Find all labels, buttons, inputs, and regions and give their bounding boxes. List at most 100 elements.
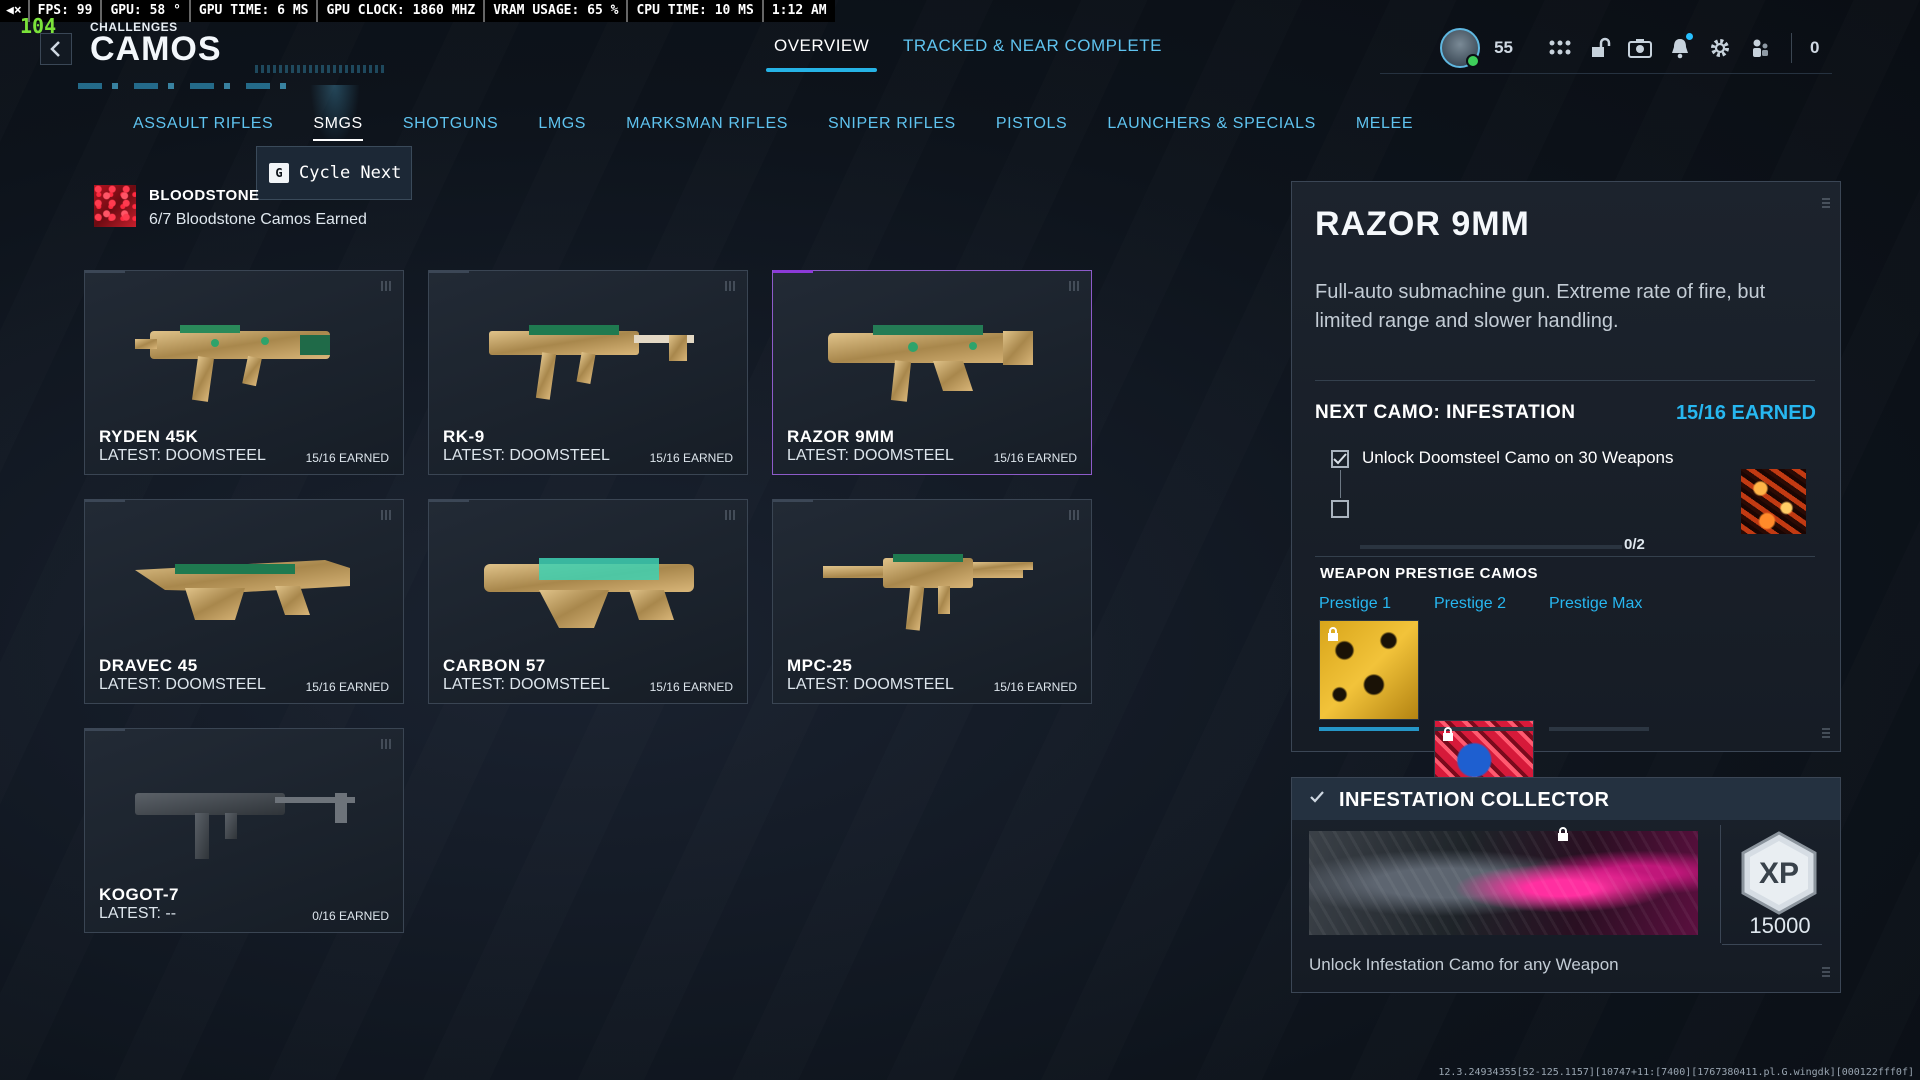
challenge-progress-bar [1360,545,1622,549]
detail-weapon-name: RAZOR 9MM [1315,205,1530,243]
weapon-card-mpc-25[interactable]: MPC-25 LATEST: DOOMSTEEL 15/16 EARNED [772,499,1092,704]
category-marksman-rifles[interactable]: MARKSMAN RIFLES [626,115,788,143]
player-hud: 55 0 [1440,28,1850,68]
checkbox-connector [1340,470,1341,498]
collector-description: Unlock Infestation Camo for any Weapon [1309,955,1619,974]
weapon-latest-camo: LATEST: DOOMSTEEL [787,676,954,693]
lock-icon [1443,727,1453,741]
weapon-card-carbon-57[interactable]: CARBON 57 LATEST: DOOMSTEEL 15/16 EARNED [428,499,748,704]
avatar[interactable] [1440,28,1481,68]
bell-icon[interactable] [1667,33,1693,61]
card-corner-icon [381,281,391,291]
weapon-image [823,554,1033,631]
collector-divider [1720,825,1721,943]
category-assault-rifles[interactable]: ASSAULT RIFLES [133,115,273,143]
category-pistols[interactable]: PISTOLS [996,115,1068,143]
divider [1315,556,1815,557]
check-icon [1333,453,1347,465]
performance-overlay: ◀× FPS: 99 GPU: 58 ° GPU TIME: 6 MS GPU … [0,0,835,22]
card-accent [85,728,125,731]
weapon-card-kogot-7[interactable]: KOGOT-7 LATEST: -- 0/16 EARNED [84,728,404,933]
collector-xp-value: 15000 [1749,913,1811,938]
hud-divider [1791,33,1792,63]
gpu-temp-readout: GPU: 58 ° [100,0,188,22]
panel-corner-icon [1822,965,1830,977]
xp-badge-icon: XP [1741,831,1817,915]
weapon-card-rk-9[interactable]: RK-9 LATEST: DOOMSTEEL 15/16 EARNED [428,270,748,475]
card-accent [429,499,469,502]
prestige-max-progress [1549,727,1649,731]
camera-icon[interactable] [1627,35,1653,61]
prestige-1-camo[interactable] [1319,620,1419,720]
unlock-icon[interactable] [1587,35,1613,61]
weapon-name: RAZOR 9MM [787,427,895,446]
collector-title: INFESTATION COLLECTOR [1339,789,1610,811]
challenge-checkbox-unchecked[interactable] [1331,500,1349,518]
gpu-time-readout: GPU TIME: 6 MS [188,0,317,22]
player-level: 55 [1494,38,1513,57]
weapon-card-razor-9mm[interactable]: RAZOR 9MM LATEST: DOOMSTEEL 15/16 EARNED [772,270,1092,475]
build-version: 12.3.24934355[52-125.1157][10747+11:[740… [1438,1067,1914,1078]
vram-readout: VRAM USAGE: 65 % [483,0,626,22]
weapon-name: RYDEN 45K [99,427,199,446]
next-camo-title: NEXT CAMO: INFESTATION [1315,402,1576,423]
next-camo-earned: 15/16 EARNED [1675,402,1816,424]
card-corner-icon [381,510,391,520]
category-sniper-rifles[interactable]: SNIPER RIFLES [828,115,956,143]
check-icon [1310,790,1324,808]
card-corner-icon [1069,281,1079,291]
weapon-earned-count: 15/16 EARNED [993,680,1077,694]
weapon-name: MPC-25 [787,656,853,675]
prestige-1-progress [1319,727,1419,731]
weapon-name: KOGOT-7 [99,885,180,904]
weapon-name: CARBON 57 [443,656,546,675]
keybind-g: G [269,163,289,183]
back-button[interactable] [40,33,72,65]
divider [1315,380,1815,381]
category-melee[interactable]: MELEE [1356,115,1413,143]
card-corner-icon [381,739,391,749]
category-lmgs[interactable]: LMGS [538,115,586,143]
xp-underline [1722,944,1822,945]
collector-reward-image [1309,831,1698,935]
weapon-image [135,325,330,402]
weapon-image [135,793,355,859]
weapon-image [135,560,350,620]
tab-overview[interactable]: OVERVIEW [765,36,878,72]
panel-corner-icon [1822,726,1830,738]
infestation-camo-thumbnail[interactable] [1741,469,1806,534]
gear-icon[interactable] [1707,35,1733,61]
challenge-progress-text: 0/2 [1624,536,1645,553]
prestige-1-label: Prestige 1 [1319,595,1392,612]
party-icon[interactable] [1747,35,1773,61]
grid-icon[interactable] [1547,35,1573,61]
cycle-next-tooltip[interactable]: G Cycle Next [256,146,412,200]
weapon-latest-camo: LATEST: DOOMSTEEL [787,447,954,464]
weapon-latest-camo: LATEST: -- [99,905,177,922]
lock-icon [1328,627,1338,641]
weapon-earned-count: 15/16 EARNED [993,451,1077,465]
category-launchers-specials[interactable]: LAUNCHERS & SPECIALS [1107,115,1316,143]
title-decoration [78,83,288,89]
weapon-latest-camo: LATEST: DOOMSTEEL [99,676,266,693]
bloodstone-progress: 6/7 Bloodstone Camos Earned [149,211,367,228]
panel-corner-icon [1822,196,1830,208]
weapon-card-ryden-45k[interactable]: RYDEN 45K LATEST: DOOMSTEEL 15/16 EARNED [84,270,404,475]
tab-tracked-near-complete[interactable]: TRACKED & NEAR COMPLETE [903,36,1162,72]
weapon-latest-camo: LATEST: DOOMSTEEL [443,447,610,464]
card-accent [85,270,125,273]
lock-icon [1558,827,1568,841]
card-corner-icon [725,281,735,291]
cycle-next-label: Cycle Next [299,163,402,183]
bloodstone-title: BLOODSTONE [149,187,260,204]
category-shotguns[interactable]: SHOTGUNS [403,115,498,143]
category-smgs[interactable]: SMGS [313,115,363,143]
title-decoration-dots [255,65,385,73]
weapon-earned-count: 15/16 EARNED [305,680,389,694]
hud-underline [1380,73,1832,74]
challenge-checkbox-checked[interactable] [1331,450,1349,468]
weapon-earned-count: 15/16 EARNED [305,451,389,465]
detail-weapon-description: Full-auto submachine gun. Extreme rate o… [1315,281,1766,332]
card-accent [85,499,125,502]
weapon-card-dravec-45[interactable]: DRAVEC 45 LATEST: DOOMSTEEL 15/16 EARNED [84,499,404,704]
